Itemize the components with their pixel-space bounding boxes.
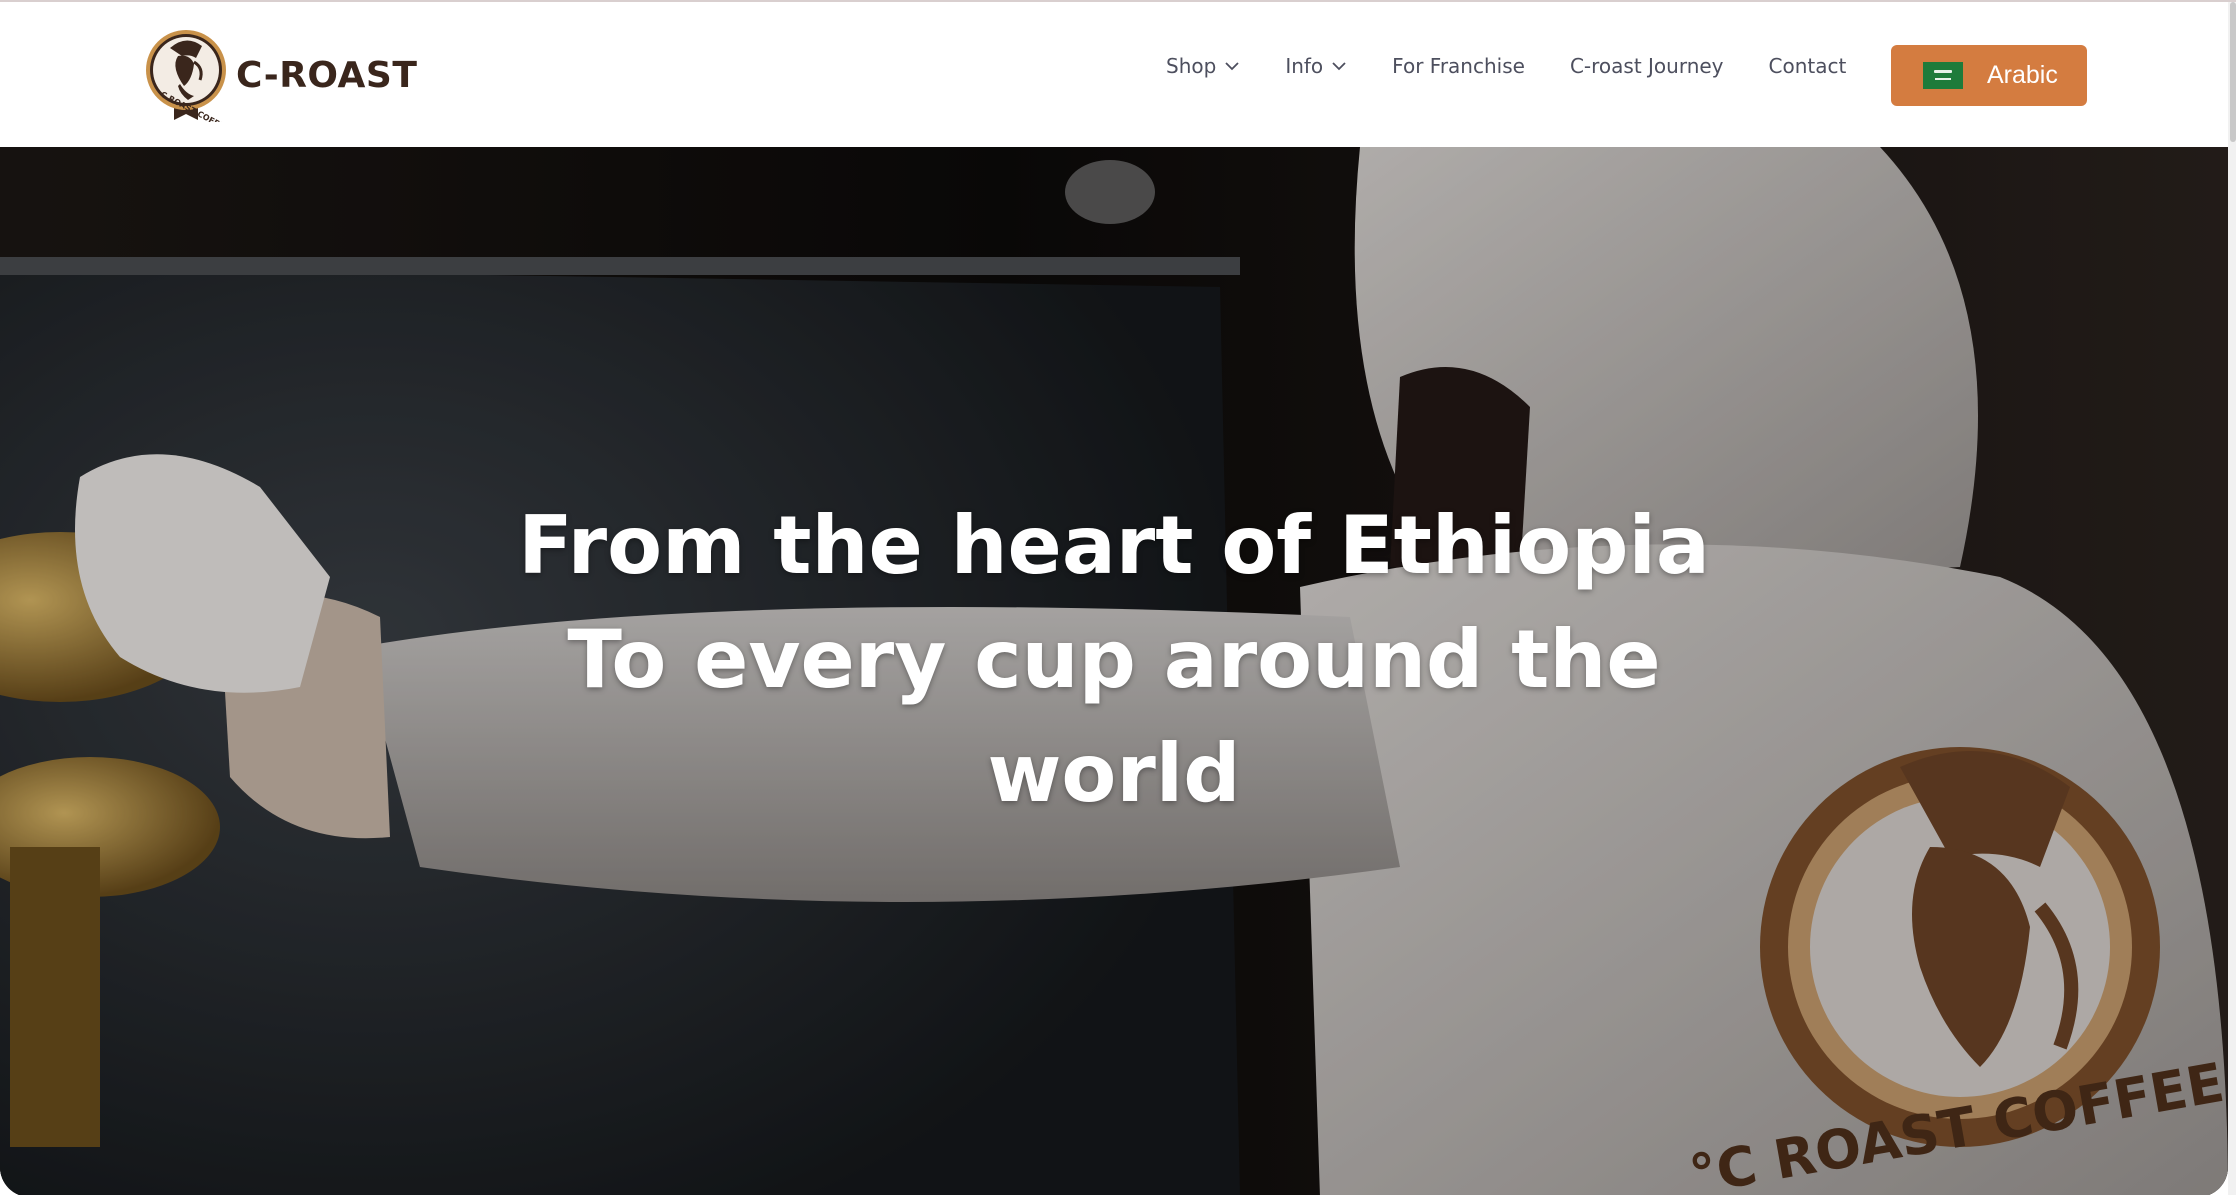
saudi-flag-icon [1923, 62, 1963, 89]
language-label: Arabic [1987, 61, 2058, 89]
nav-item-label: Info [1285, 54, 1324, 78]
nav-item-label: For Franchise [1392, 54, 1525, 78]
nav-item-label: Shop [1166, 54, 1217, 78]
chevron-down-icon [1225, 62, 1239, 71]
language-switch-button[interactable]: Arabic [1891, 45, 2087, 106]
hero-title-line: To every cup around the [567, 613, 1661, 706]
nav-item-shop[interactable]: Shop [1166, 54, 1240, 78]
page-scrollbar[interactable] [2228, 2, 2236, 1195]
hero-title-line: From the heart of Ethiopia [518, 499, 1710, 592]
nav-item-info[interactable]: Info [1285, 54, 1347, 78]
hero-section: °C ROAST COFFEE From the heart of Ethiop… [0, 147, 2228, 1195]
nav-item-label: C-roast Journey [1569, 54, 1724, 78]
brand-logo-icon: C ROAST COFFEE [146, 30, 228, 122]
nav-item-for-franchise[interactable]: For Franchise [1392, 54, 1525, 78]
main-nav: Shop Info For Franchise C-roast Journey … [1166, 54, 1891, 78]
nav-item-contact[interactable]: Contact [1769, 54, 1847, 78]
chevron-down-icon [1332, 62, 1346, 71]
page: C ROAST COFFEE C-ROAST Shop Info For Fra… [0, 0, 2236, 1195]
nav-item-label: Contact [1768, 54, 1847, 78]
brand-name: C-ROAST [236, 54, 418, 96]
hero-title-line: world [987, 727, 1241, 820]
scrollbar-thumb[interactable] [2230, 2, 2236, 142]
hero-title: From the heart of Ethiopia To every cup … [0, 489, 2228, 831]
nav-item-c-roast-journey[interactable]: C-roast Journey [1570, 54, 1724, 78]
site-header: C ROAST COFFEE C-ROAST Shop Info For Fra… [0, 2, 2236, 146]
brand-logo-link[interactable]: C ROAST COFFEE C-ROAST [144, 28, 417, 122]
